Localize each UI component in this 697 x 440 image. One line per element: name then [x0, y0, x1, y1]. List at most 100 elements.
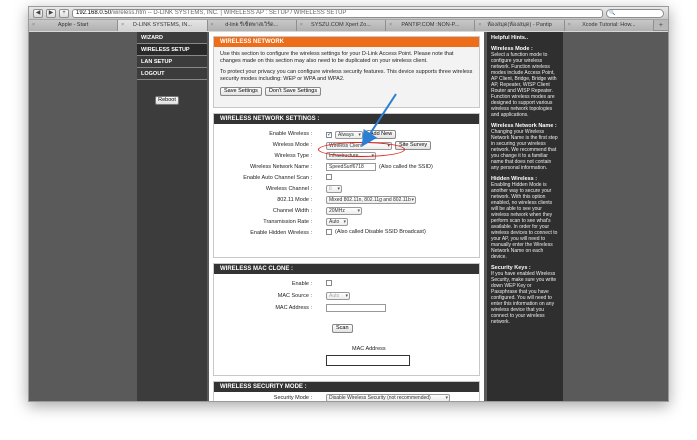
intro-paragraph: Use this section to configure the wirele…: [220, 51, 454, 64]
tab-dlink[interactable]: × D-LINK SYSTEMS, IN...: [118, 20, 208, 31]
dont-save-settings-button[interactable]: Don't Save Settings: [264, 87, 322, 96]
mac-address-row: MAC Address :: [214, 303, 479, 313]
tab-pantip[interactable]: × PANTIP.COM :NON-P...: [386, 20, 476, 31]
search-field[interactable]: [606, 8, 664, 18]
close-tab-icon[interactable]: ×: [478, 20, 481, 31]
reboot-button[interactable]: Reboot: [155, 96, 179, 105]
tab-syszu[interactable]: × SYSZU.COM Xpert Zo...: [296, 20, 387, 31]
helpful-hints-column: Helpful Hints.. Wireless Mode : Select a…: [487, 32, 563, 401]
nav-logout[interactable]: LOGOUT: [137, 68, 207, 80]
tab-label: D-LINK SYSTEMS, IN...: [132, 22, 192, 28]
help-text: Changing your Wireless Network Name is t…: [491, 129, 558, 171]
field-label: Enable Wireless :: [269, 131, 312, 137]
field-label: Transmission Rate :: [263, 219, 312, 225]
close-tab-icon[interactable]: ×: [211, 20, 214, 31]
mac-clone-checkbox[interactable]: [326, 280, 332, 286]
save-settings-button[interactable]: Save Settings: [220, 87, 262, 96]
nav-lan-setup[interactable]: LAN SETUP: [137, 56, 207, 68]
scan-button[interactable]: Scan: [332, 324, 353, 333]
browser-toolbar: ◀ ▶ + 192.168.0.50/wireless.htm -- D-LIN…: [29, 7, 668, 20]
mode-80211-row: 802.11 Mode : Mixed 802.11n, 802.11g and…: [214, 195, 479, 205]
transmission-rate-row: Transmission Rate : Auto: [214, 217, 479, 227]
mac-address-input[interactable]: [326, 304, 386, 312]
field-label: Wireless Mode :: [272, 142, 312, 148]
auto-channel-checkbox[interactable]: [326, 174, 332, 180]
field-label: Wireless Network Name :: [249, 164, 312, 170]
security-mode-select[interactable]: Disable Wireless Security (not recommend…: [326, 394, 450, 401]
help-title: Helpful Hints..: [491, 35, 528, 41]
ssid-note: (Also called the SSID): [379, 164, 433, 170]
new-tab-button[interactable]: +: [654, 20, 668, 30]
url-path: /wireless.htm -- D-LINK SYSTEMS, INC. | …: [111, 9, 347, 16]
mac-address-caption: MAC Address: [352, 346, 386, 352]
back-button[interactable]: ◀: [33, 8, 43, 18]
privacy-paragraph: To protect your privacy you can configur…: [220, 69, 473, 82]
tab-dlink-reset[interactable]: × d-link รีเซ็ตพาสเวิร์ด...: [207, 20, 297, 31]
page-content: WIZARD WIRELESS SETUP LAN SETUP LOGOUT R…: [29, 32, 668, 401]
mac-source-row: MAC Source : Auto: [214, 291, 479, 301]
help-text: Enabling Hidden Mode is another way to s…: [491, 182, 558, 260]
auto-channel-row: Enable Auto Channel Scan :: [214, 173, 479, 183]
tab-label: d-link รีเซ็ตพาสเวิร์ด...: [225, 22, 279, 28]
mac-address-list[interactable]: [326, 355, 410, 366]
close-tab-icon[interactable]: ×: [32, 20, 35, 31]
wireless-channel-select[interactable]: 6: [326, 185, 342, 193]
channel-width-select[interactable]: 20MHz: [326, 207, 362, 215]
field-label: Enable :: [291, 281, 312, 287]
hidden-note: (Also called Disable SSID Broadcast): [335, 229, 426, 235]
add-bookmark-button[interactable]: +: [59, 8, 69, 18]
section-title: WIRELESS NETWORK SETTINGS :: [214, 114, 479, 124]
close-tab-icon[interactable]: ×: [121, 20, 124, 31]
field-label: 802.11 Mode :: [277, 197, 312, 203]
field-label: Enable Auto Channel Scan :: [243, 175, 312, 181]
tab-label: Xcode Tutorial: How...: [582, 22, 636, 28]
save-buttons: Save Settings Don't Save Settings: [214, 83, 479, 100]
mac-source-select[interactable]: Auto: [326, 292, 350, 300]
help-text: If you have enabled Wireless Security, m…: [491, 271, 557, 325]
security-mode-row: Security Mode : Disable Wireless Securit…: [214, 393, 479, 401]
section-title: WIRELESS MAC CLONE :: [214, 264, 479, 274]
router-admin-page: WIZARD WIRELESS SETUP LAN SETUP LOGOUT R…: [137, 32, 563, 401]
field-label: Wireless Type :: [274, 153, 313, 159]
field-label: Wireless Channel :: [265, 186, 312, 192]
security-mode-panel: WIRELESS SECURITY MODE : Security Mode :…: [213, 381, 480, 401]
field-label: MAC Source :: [277, 293, 312, 299]
channel-width-row: Channel Width : 20MHz: [214, 206, 479, 216]
url-host: 192.168.0.50: [76, 9, 112, 16]
mac-enable-row: Enable :: [214, 279, 479, 289]
browser-window: ◀ ▶ + 192.168.0.50/wireless.htm -- D-LIN…: [28, 6, 669, 402]
wireless-settings-panel: WIRELESS NETWORK SETTINGS : Enable Wirel…: [213, 113, 480, 258]
nav-wireless-setup[interactable]: WIRELESS SETUP: [137, 44, 207, 56]
tab-pantip-library[interactable]: × ห้องสมุด(ห้องสมุด) - Pantip: [475, 20, 565, 31]
annotation-arrow-icon: [361, 93, 397, 147]
field-label: Channel Width :: [272, 208, 312, 214]
left-navigation: WIZARD WIRELESS SETUP LAN SETUP LOGOUT R…: [137, 32, 207, 401]
section-title: WIRELESS NETWORK: [214, 37, 479, 47]
network-name-input[interactable]: SpeedSurf6718: [326, 163, 376, 171]
wireless-channel-row: Wireless Channel : 6: [214, 184, 479, 194]
field-label: MAC Address :: [275, 305, 312, 311]
tab-xcode[interactable]: × Xcode Tutorial: How...: [564, 20, 654, 31]
network-name-row: Wireless Network Name : SpeedSurf6718 (A…: [214, 162, 479, 172]
mode-80211-select[interactable]: Mixed 802.11n, 802.11g and 802.11b: [326, 196, 416, 204]
address-bar[interactable]: 192.168.0.50/wireless.htm -- D-LINK SYST…: [72, 8, 603, 18]
help-text: Select a function mode to configure your…: [491, 52, 557, 118]
tab-label: Apple - Start: [57, 22, 89, 28]
tab-label: SYSZU.COM Xpert Zo...: [311, 22, 371, 28]
hidden-wireless-checkbox[interactable]: [326, 229, 332, 235]
mac-clone-panel: WIRELESS MAC CLONE : Enable : MAC Source…: [213, 263, 480, 376]
field-label: Enable Hidden Wireless :: [250, 230, 312, 236]
section-title: WIRELESS SECURITY MODE :: [214, 382, 479, 392]
enable-wireless-checkbox[interactable]: [326, 131, 332, 138]
tab-apple-start[interactable]: × Apple - Start: [29, 20, 119, 31]
forward-button[interactable]: ▶: [46, 8, 56, 18]
wireless-network-panel: WIRELESS NETWORK Use this section to con…: [213, 36, 480, 108]
close-tab-icon[interactable]: ×: [300, 20, 303, 31]
nav-wizard[interactable]: WIZARD: [137, 32, 207, 44]
transmission-rate-select[interactable]: Auto: [326, 218, 348, 226]
hidden-wireless-row: Enable Hidden Wireless : (Also called Di…: [214, 228, 479, 238]
close-tab-icon[interactable]: ×: [568, 20, 571, 31]
main-column: WIRELESS NETWORK Use this section to con…: [209, 32, 484, 401]
tab-bar: × Apple - Start × D-LINK SYSTEMS, IN... × d…: [29, 20, 668, 31]
close-tab-icon[interactable]: ×: [389, 20, 392, 31]
